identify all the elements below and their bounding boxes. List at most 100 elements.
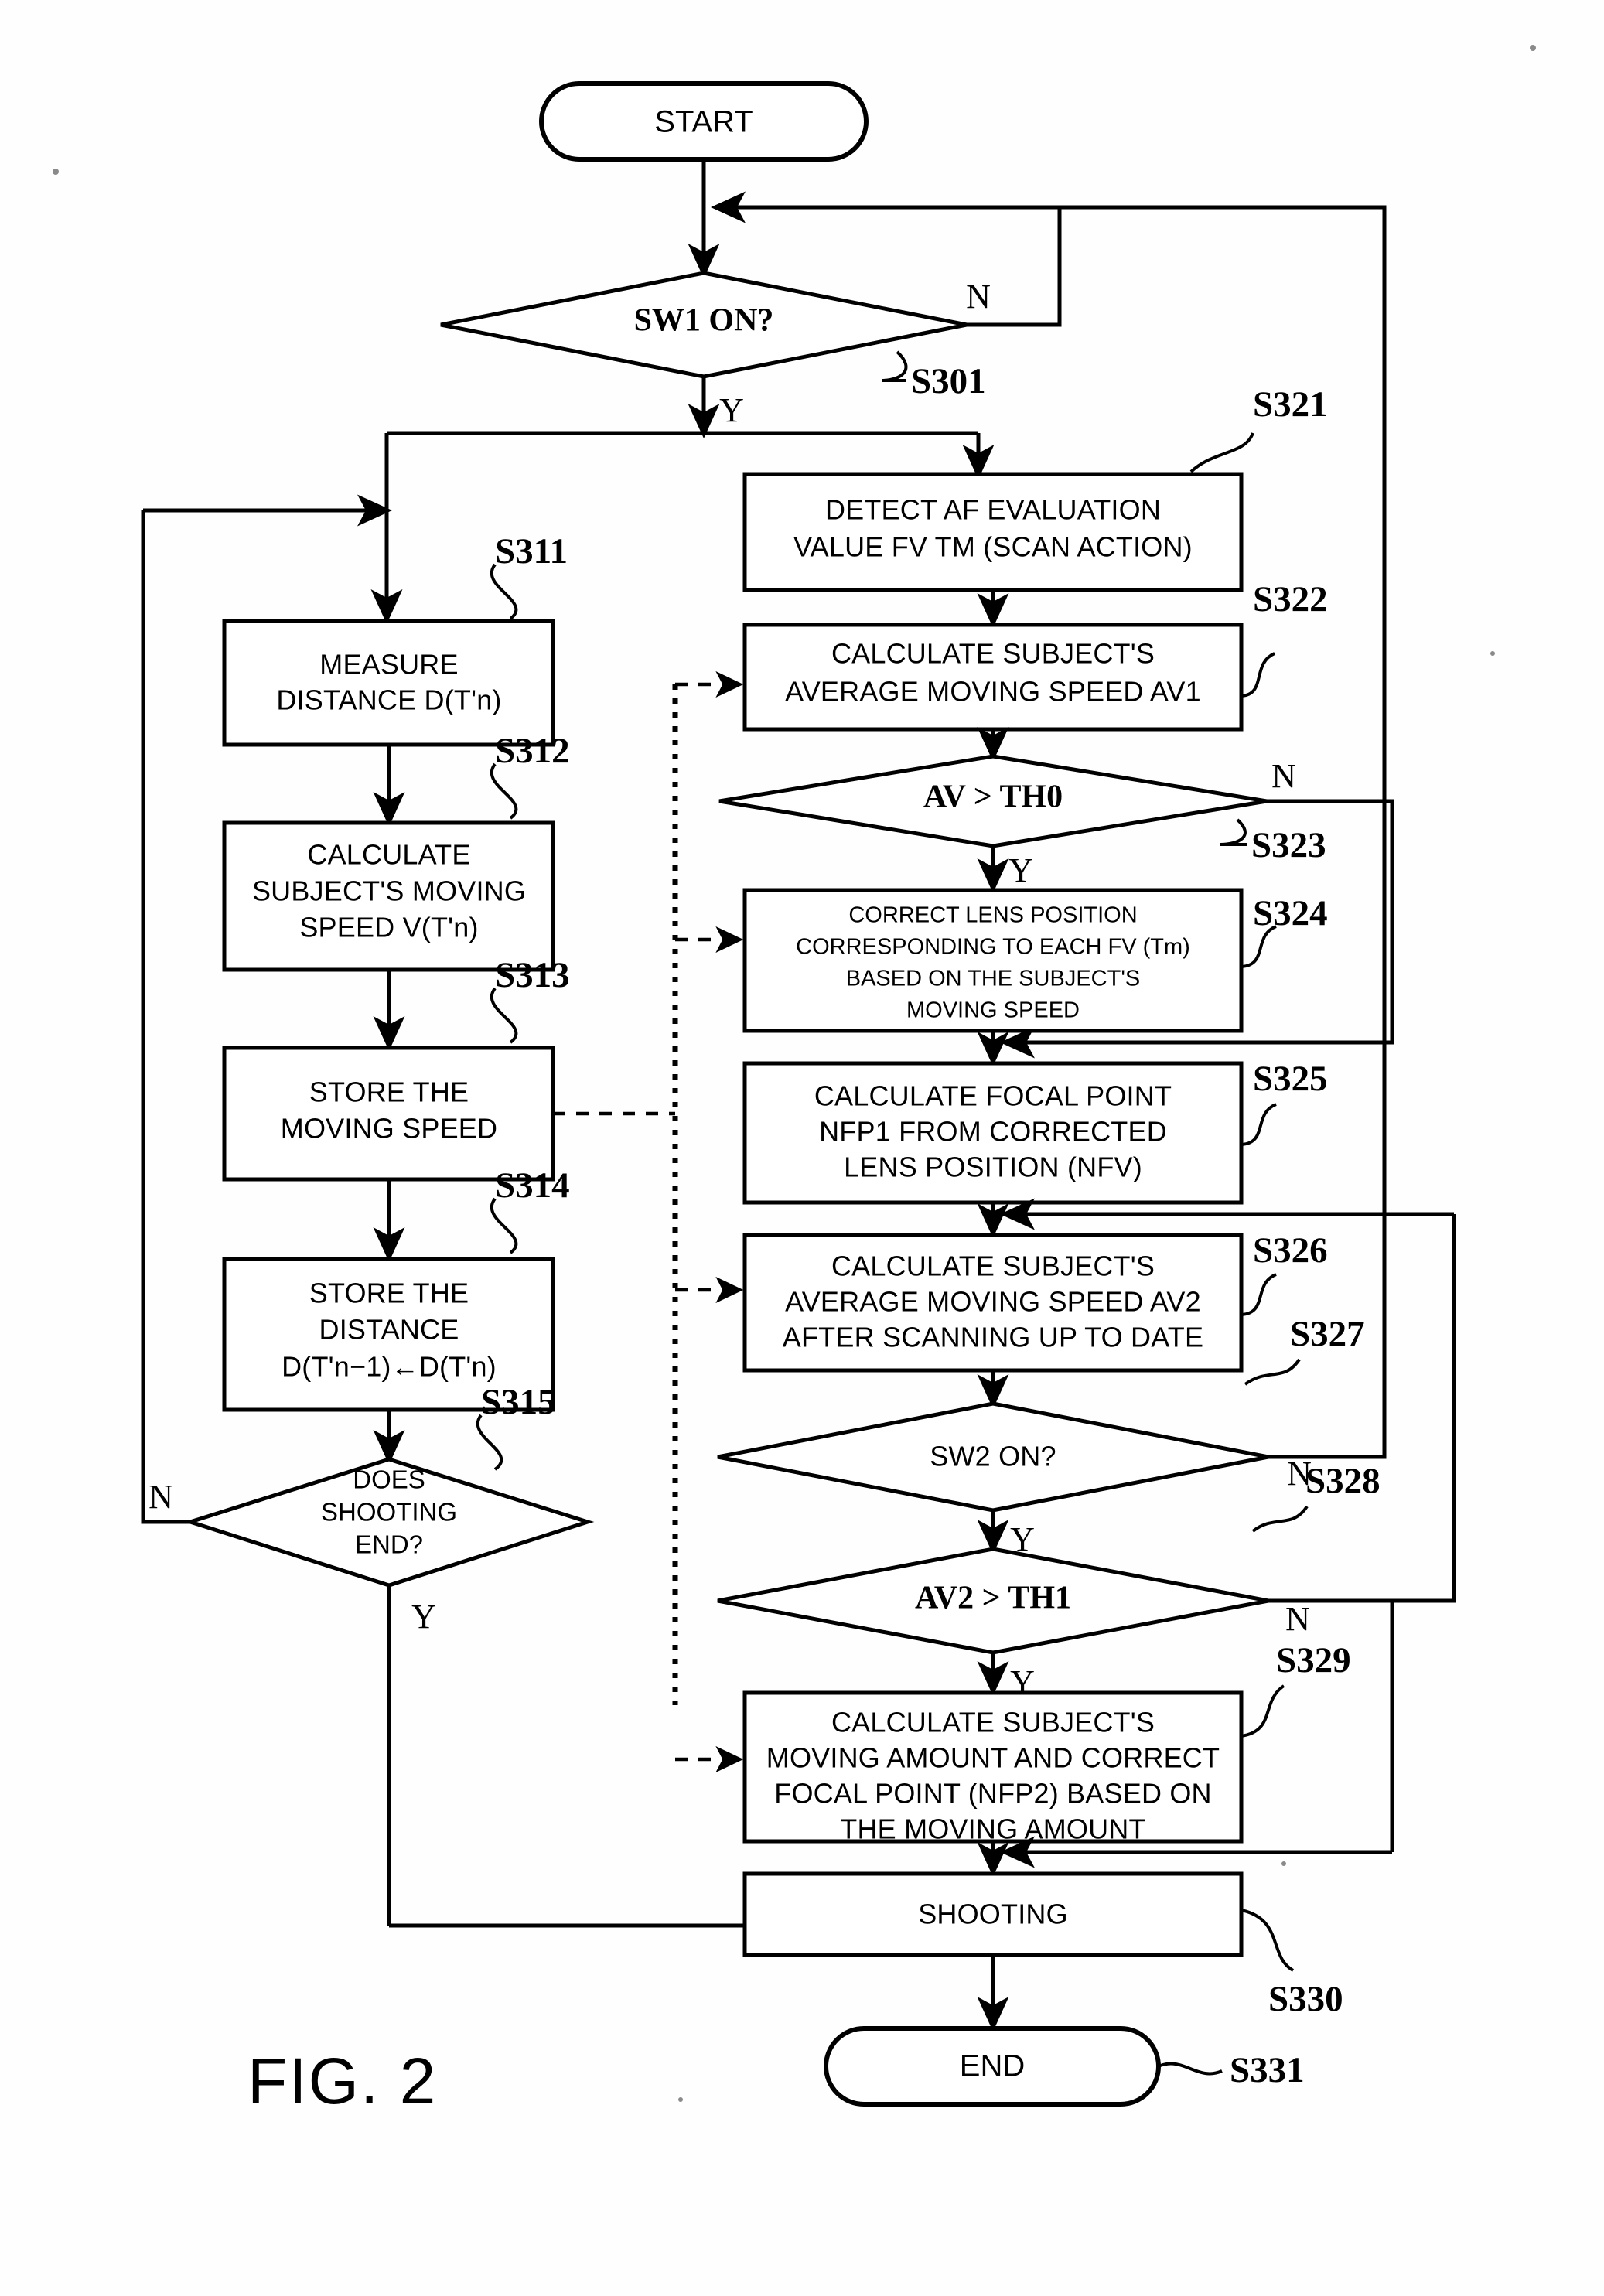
s321-leader (1189, 432, 1254, 473)
node-s324: CORRECT LENS POSITION CORRESPONDING TO E… (742, 888, 1244, 1033)
s329-line-1: CALCULATE SUBJECT'S (831, 1707, 1155, 1738)
s315-line-3: END? (355, 1530, 423, 1559)
scan-speck (1281, 1861, 1286, 1866)
s324-id: S324 (1253, 893, 1328, 933)
s313-line-1: STORE THE (309, 1076, 469, 1108)
s301-text: SW1 ON? (634, 303, 774, 339)
s301-id: S301 (911, 361, 986, 401)
s329-id: S329 (1276, 1640, 1351, 1680)
node-s312: CALCULATE SUBJECT'S MOVING SPEED V(T'n) (222, 820, 555, 972)
s323-no-label: N (1271, 757, 1296, 795)
node-s323-decision: AV > TH0 (718, 754, 1268, 848)
s330-label: SHOOTING (918, 1899, 1068, 1930)
figure-label: FIG. 2 (247, 2045, 437, 2117)
scan-speck (1530, 45, 1536, 51)
s325-line-1: CALCULATE FOCAL POINT (814, 1080, 1172, 1112)
s301-no-label: N (966, 278, 991, 316)
node-s301-decision: SW1 ON? (440, 271, 968, 379)
s315-line-1: DOES (353, 1465, 425, 1494)
s321-id: S321 (1253, 384, 1328, 425)
s312-leader (490, 762, 518, 820)
node-s321: DETECT AF EVALUATION VALUE FV TM (SCAN A… (742, 472, 1244, 592)
s328-no-label: N (1285, 1600, 1310, 1638)
s327-leader (1244, 1358, 1301, 1386)
s314-line-3: D(T'n−1)←D(T'n) (282, 1351, 497, 1383)
s325-line-2: NFP1 FROM CORRECTED (819, 1116, 1167, 1148)
s331-leader (1158, 2062, 1223, 2076)
s327-text: SW2 ON? (930, 1441, 1056, 1472)
s325-leader (1241, 1103, 1277, 1146)
s326-id: S326 (1253, 1230, 1328, 1271)
s312-line-2: SUBJECT'S MOVING (252, 875, 526, 907)
s326-leader (1241, 1273, 1277, 1316)
s323-yes-label: Y (1008, 851, 1033, 889)
s315-no-label: N (148, 1478, 173, 1516)
node-s329: CALCULATE SUBJECT'S MOVING AMOUNT AND CO… (742, 1690, 1244, 1845)
s330-id: S330 (1268, 1979, 1343, 2019)
start-label: START (654, 105, 753, 139)
s323-leader (1220, 818, 1247, 846)
s323-id: S323 (1251, 825, 1326, 865)
node-s328-decision: AV2 > TH1 (717, 1547, 1269, 1655)
s322-line-2: AVERAGE MOVING SPEED AV1 (785, 676, 1201, 708)
node-s322: CALCULATE SUBJECT'S AVERAGE MOVING SPEED… (742, 623, 1244, 732)
s321-line-2: VALUE FV TM (SCAN ACTION) (793, 531, 1193, 563)
flowchart-canvas: START SW1 ON? N Y S301 MEASURE DISTANCE … (53, 45, 1536, 2117)
s330-leader (1241, 1909, 1295, 1972)
s312-id: S312 (495, 731, 570, 771)
s315-yes-label: Y (411, 1598, 436, 1636)
node-s327-decision: SW2 ON? (717, 1401, 1269, 1513)
s329-line-2: MOVING AMOUNT AND CORRECT (766, 1742, 1220, 1774)
s301-yes-label: Y (719, 391, 744, 429)
s313-line-2: MOVING SPEED (281, 1113, 497, 1145)
s328-leader (1251, 1505, 1309, 1533)
s311-line-1: MEASURE (319, 649, 458, 681)
s328-id: S328 (1305, 1461, 1380, 1501)
s329-line-3: FOCAL POINT (NFP2) BASED ON (774, 1778, 1212, 1810)
s322-line-1: CALCULATE SUBJECT'S (831, 638, 1155, 670)
scan-speck (678, 2097, 683, 2102)
s321-line-1: DETECT AF EVALUATION (825, 494, 1161, 526)
s326-line-1: CALCULATE SUBJECT'S (831, 1250, 1155, 1282)
s312-line-1: CALCULATE (307, 839, 470, 871)
node-s330: SHOOTING (742, 1871, 1244, 1957)
end-label: END (960, 2049, 1025, 2083)
node-s315-decision: DOES SHOOTING END? (183, 1457, 595, 1588)
s324-line-4: MOVING SPEED (906, 998, 1080, 1023)
s328-text: AV2 > TH1 (915, 1581, 1071, 1616)
s313-leader (490, 987, 518, 1044)
s331-id: S331 (1230, 2050, 1305, 2090)
node-s326: CALCULATE SUBJECT'S AVERAGE MOVING SPEED… (742, 1233, 1244, 1373)
node-s325: CALCULATE FOCAL POINT NFP1 FROM CORRECTE… (742, 1061, 1244, 1205)
s314-leader (490, 1197, 518, 1254)
s311-id: S311 (495, 531, 568, 571)
s312-line-3: SPEED V(T'n) (299, 912, 478, 943)
s324-line-1: CORRECT LENS POSITION (848, 903, 1137, 928)
s314-line-2: DISTANCE (319, 1314, 459, 1346)
scan-speck (53, 169, 59, 175)
s329-leader (1241, 1684, 1285, 1738)
s323-text: AV > TH0 (923, 780, 1063, 815)
s315-id: S315 (481, 1382, 556, 1422)
s326-line-2: AVERAGE MOVING SPEED AV2 (785, 1286, 1201, 1318)
s314-line-1: STORE THE (309, 1278, 469, 1309)
s329-line-4: THE MOVING AMOUNT (840, 1813, 1145, 1845)
s314-id: S314 (495, 1165, 570, 1206)
edge-s315-no-loop (141, 510, 190, 1524)
patent-figure-page: START SW1 ON? N Y S301 MEASURE DISTANCE … (0, 0, 1604, 2296)
node-end: END (824, 2026, 1161, 2107)
s315-leader (476, 1414, 503, 1471)
s311-leader (490, 563, 518, 620)
s325-id: S325 (1253, 1059, 1328, 1099)
node-s311: MEASURE DISTANCE D(T'n) (222, 619, 555, 747)
s327-id: S327 (1290, 1314, 1365, 1354)
node-start: START (539, 81, 869, 162)
s324-line-3: BASED ON THE SUBJECT'S (846, 967, 1140, 991)
s326-line-3: AFTER SCANNING UP TO DATE (783, 1322, 1203, 1353)
node-s313: STORE THE MOVING SPEED (222, 1046, 555, 1182)
s311-line-2: DISTANCE D(T'n) (276, 684, 501, 716)
s313-id: S313 (495, 955, 570, 995)
s324-line-2: CORRESPONDING TO EACH FV (Tm) (796, 935, 1190, 960)
s325-line-3: LENS POSITION (NFV) (844, 1151, 1142, 1183)
scan-speck (1490, 651, 1495, 656)
